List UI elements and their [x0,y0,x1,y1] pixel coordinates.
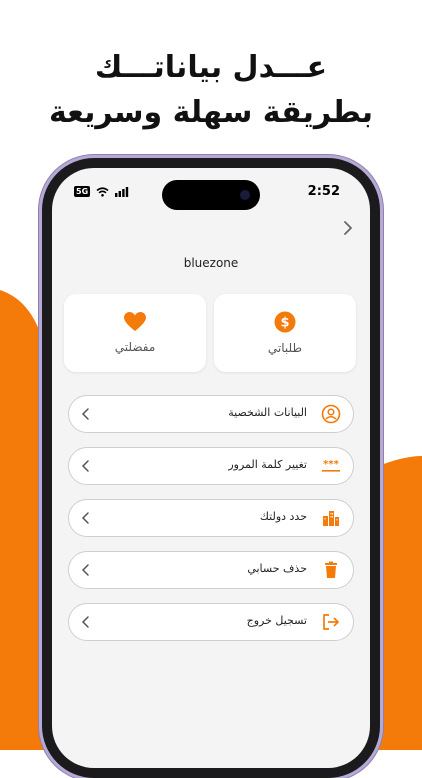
menu-item-change-password[interactable]: *** تغيير كلمة المرور [68,447,354,485]
menu-item-logout[interactable]: تسجيل خروج [68,603,354,641]
dollar-coin-icon: $ [274,311,296,333]
menu-item-select-country[interactable]: حدد دولتك [68,499,354,537]
password-asterisks-icon: *** [322,459,340,472]
menu-item-delete-account[interactable]: حذف حسابي [68,551,354,589]
chevron-left-icon [81,460,89,472]
camera-icon [240,190,250,200]
chevron-left-icon [81,564,89,576]
favorites-card[interactable]: مفضلتي [64,294,206,372]
menu-item-label: البيانات الشخصية [228,406,307,419]
username: bluezone [183,256,239,270]
city-buildings-icon [323,511,339,526]
chevron-right-icon[interactable] [340,220,356,236]
menu-item-label: تسجيل خروج [246,614,307,627]
orders-label: طلباتي [267,341,303,355]
menu-item-personal-info[interactable]: البيانات الشخصية [68,395,354,433]
wifi-icon [96,186,109,197]
trash-icon [325,561,337,578]
svg-text:$: $ [280,316,289,331]
logout-icon [323,614,339,630]
svg-text:***: *** [323,459,339,470]
signal-bars-icon [115,186,129,197]
menu-item-label: حدد دولتك [259,510,307,523]
favorites-label: مفضلتي [114,340,156,354]
headline-line-1: عـــدل بياناتـــك [94,50,328,85]
heart-icon [124,312,146,331]
headline-line-2: بطريقة سهلة وسريعة [48,95,374,130]
status-indicators: 5G [74,186,129,197]
menu-item-label: حذف حسابي [247,562,307,575]
network-badge: 5G [74,186,91,197]
status-time: 2:52 [307,184,340,199]
phone-screen: 5G 2:52 bluezone $ طلباتي مفضلتي البيانا… [52,168,370,768]
orders-card[interactable]: $ طلباتي [214,294,356,372]
menu-item-label: تغيير كلمة المرور [228,458,307,471]
headline: عـــدل بياناتـــك بطريقة سهلة وسريعة [0,48,422,134]
chevron-left-icon [81,512,89,524]
person-circle-icon [321,404,341,424]
chevron-left-icon [81,616,89,628]
chevron-left-icon [81,408,89,420]
phone-frame: 5G 2:52 bluezone $ طلباتي مفضلتي البيانا… [42,158,380,778]
dynamic-island [162,180,260,210]
